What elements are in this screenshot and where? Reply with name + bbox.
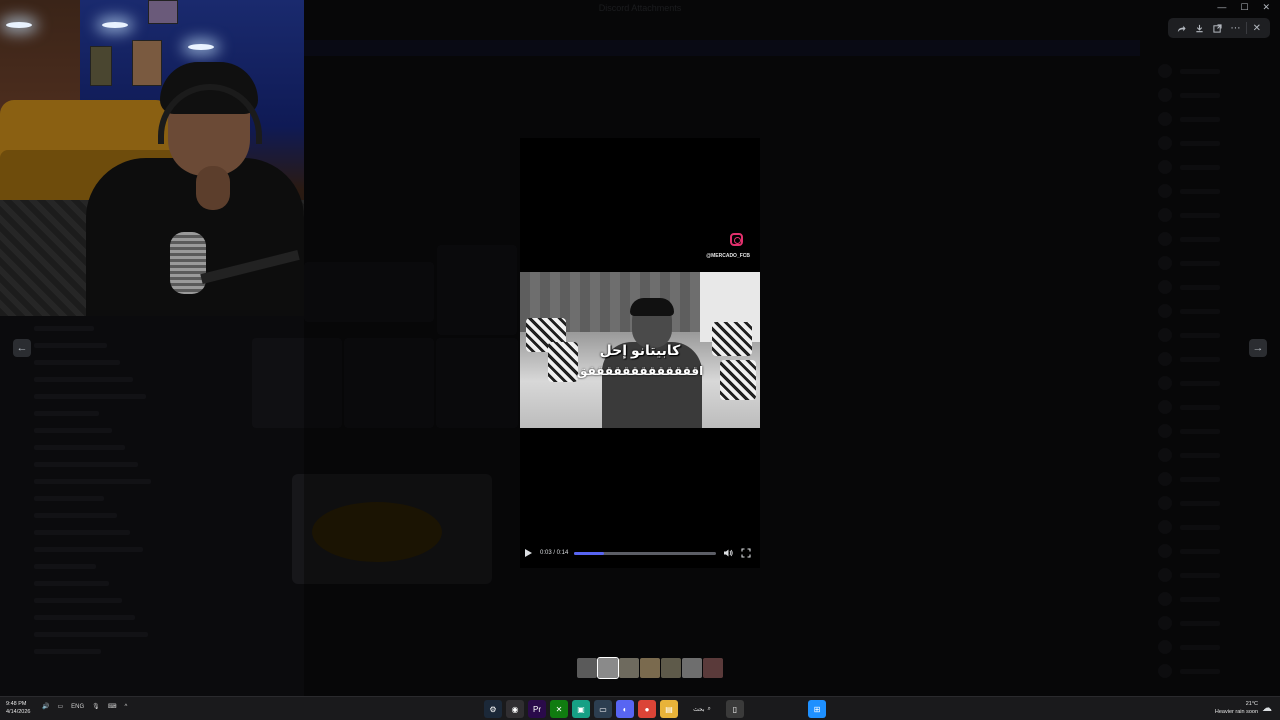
volume-tray-icon[interactable]: 🔊 [42, 703, 49, 710]
microphone-icon[interactable]: 🎙 [92, 703, 100, 710]
windows-start-icon[interactable]: ⊞ [808, 700, 826, 718]
window-controls: — ☐ ✕ [1217, 2, 1270, 13]
channel-placeholder [34, 411, 99, 416]
channel-placeholder [34, 598, 122, 603]
instagram-icon [730, 233, 743, 246]
channel-placeholder [34, 615, 135, 620]
video-frame[interactable]: كابيتانو إحل اقققققققققققققق [520, 272, 760, 428]
channel-placeholder [34, 479, 151, 484]
close-window-icon[interactable]: ✕ [1262, 2, 1270, 13]
viewer-overlay [304, 0, 1280, 696]
play-icon[interactable] [524, 548, 534, 558]
channel-placeholder [34, 632, 148, 637]
video-time: 0:03 / 0:14 [540, 550, 569, 556]
video-progress-bar[interactable] [574, 551, 717, 555]
download-icon[interactable] [1191, 20, 1207, 36]
volume-icon[interactable] [722, 547, 734, 559]
channel-placeholder [34, 496, 104, 501]
keyboard-icon[interactable]: ⌨ [108, 703, 117, 710]
channel-placeholder [34, 326, 94, 331]
spotify-like-icon[interactable]: ▣ [572, 700, 590, 718]
premiere-icon[interactable]: Pr [528, 700, 546, 718]
chevron-up-icon[interactable]: ^ [124, 704, 127, 710]
search-label: بحث [693, 706, 705, 713]
taskbar-search[interactable]: بحث ⌕ [682, 700, 722, 718]
video-caption: كابيتانو إحل [599, 342, 681, 358]
weather-widget[interactable]: 21°C Heavier rain soon ☁ [1215, 700, 1272, 716]
forward-icon[interactable] [1173, 20, 1189, 36]
maximize-icon[interactable]: ☐ [1240, 2, 1248, 13]
channel-placeholder [34, 445, 125, 450]
channel-placeholder [34, 360, 120, 365]
video-caption-2: اقققققققققققققق [576, 364, 704, 378]
thumbnail[interactable] [577, 658, 597, 678]
channel-placeholder [34, 428, 112, 433]
app-icon[interactable]: ▭ [594, 700, 612, 718]
channel-placeholder [34, 649, 101, 654]
thumbnail[interactable] [703, 658, 723, 678]
temperature: 21°C [1245, 701, 1258, 707]
webcam-feed [0, 0, 304, 316]
channel-placeholder [34, 564, 96, 569]
search-icon: ⌕ [707, 705, 711, 712]
system-tray: 🔊 ▭ ENG 🎙 ⌨ ^ [42, 703, 127, 711]
channel-placeholder [34, 513, 117, 518]
progress-fill [574, 551, 605, 555]
chrome-icon[interactable]: ● [638, 700, 656, 718]
language-indicator[interactable]: ENG [71, 704, 84, 710]
obs-icon[interactable]: ◉ [506, 700, 524, 718]
thumbnail[interactable] [682, 658, 702, 678]
channel-placeholder [34, 530, 130, 535]
clock-date: 4/14/2026 [6, 709, 31, 715]
channel-placeholder [34, 394, 146, 399]
fullscreen-icon[interactable] [740, 547, 752, 559]
next-arrow-icon[interactable]: → [1249, 339, 1267, 357]
network-icon[interactable]: ▭ [57, 703, 63, 710]
thumbnail[interactable] [661, 658, 681, 678]
channel-sidebar [0, 316, 220, 686]
notepad-icon[interactable]: ▯ [726, 700, 744, 718]
thumbnail[interactable] [597, 657, 619, 679]
rain-cloud-icon: ☁ [1262, 702, 1272, 714]
file-explorer-icon[interactable]: ▤ [660, 700, 678, 718]
video-controls: 0:03 / 0:14 [520, 545, 760, 561]
clock[interactable]: 9:48 PM 4/14/2026 [6, 700, 30, 716]
instagram-handle: @MERCADO_FCB [706, 253, 750, 259]
thumbnail[interactable] [640, 658, 660, 678]
open-in-browser-icon[interactable] [1209, 20, 1225, 36]
xbox-icon[interactable]: ✕ [550, 700, 568, 718]
viewer-actions: ⋯ ✕ [1168, 18, 1270, 38]
channel-placeholder [34, 547, 143, 552]
channel-placeholder [34, 581, 109, 586]
channel-placeholder [34, 343, 107, 348]
taskbar-apps: ⚙ ◉ Pr ✕ ▣ ▭ ◐ ● ▤ بحث ⌕ ▯ ⊞ [484, 700, 826, 718]
taskbar: 9:48 PM 4/14/2026 🔊 ▭ ENG 🎙 ⌨ ^ ⚙ ◉ Pr ✕ ▣ ▭ ◐… [0, 696, 1280, 720]
steam-icon[interactable]: ⚙ [484, 700, 502, 718]
clock-time: 9:48 PM [6, 701, 27, 707]
more-icon[interactable]: ⋯ [1228, 20, 1244, 36]
channel-placeholder [34, 377, 133, 382]
discord-icon[interactable]: ◐ [616, 700, 634, 718]
thumbnail-strip [577, 657, 723, 679]
close-icon[interactable]: ✕ [1249, 20, 1265, 36]
thumbnail[interactable] [619, 658, 639, 678]
channel-placeholder [34, 462, 138, 467]
weather-text: Heavier rain soon [1214, 709, 1258, 715]
divider [1245, 22, 1247, 34]
minimize-icon[interactable]: — [1217, 2, 1226, 13]
previous-arrow-icon[interactable]: ← [13, 339, 31, 357]
